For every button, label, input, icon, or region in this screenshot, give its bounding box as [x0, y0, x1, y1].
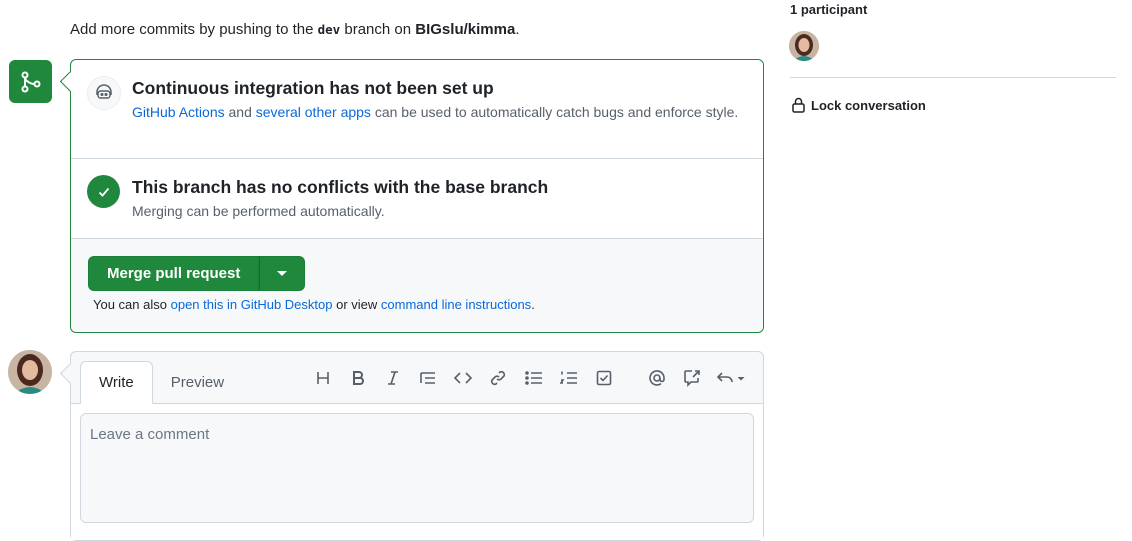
- merge-button-group: Merge pull request: [88, 256, 306, 291]
- tab-preview[interactable]: Preview: [153, 361, 242, 404]
- merge-alternatives: You can also open this in GitHub Desktop…: [93, 297, 535, 312]
- push-hint: Add more commits by pushing to the dev b…: [70, 21, 520, 38]
- ci-section: Continuous integration has not been set …: [71, 60, 763, 159]
- ci-title: Continuous integration has not been set …: [132, 78, 494, 98]
- link-icon[interactable]: [486, 366, 510, 390]
- participants-count: 1 participant: [790, 2, 868, 17]
- sidebar-divider: [790, 77, 1116, 78]
- reference-icon[interactable]: [680, 366, 704, 390]
- comment-textarea[interactable]: Leave a comment: [80, 413, 754, 523]
- code-icon[interactable]: [451, 366, 475, 390]
- quote-icon[interactable]: [416, 366, 440, 390]
- tab-write[interactable]: Write: [80, 361, 153, 404]
- merge-section: Merge pull request You can also open thi…: [71, 239, 763, 332]
- check-circle-icon: [87, 175, 120, 208]
- branch-name: dev: [317, 22, 341, 37]
- other-apps-link[interactable]: several other apps: [256, 104, 371, 120]
- merge-method-dropdown[interactable]: [259, 256, 306, 291]
- lock-icon: [792, 97, 805, 113]
- merge-pull-request-button[interactable]: Merge pull request: [88, 256, 260, 291]
- user-avatar[interactable]: [8, 350, 52, 394]
- task-list-icon[interactable]: [592, 366, 616, 390]
- unordered-list-icon[interactable]: [522, 366, 546, 390]
- conflicts-title: This branch has no conflicts with the ba…: [132, 177, 549, 197]
- comment-tabs: Write Preview: [80, 361, 242, 404]
- heading-icon[interactable]: [311, 366, 335, 390]
- lock-conversation-button[interactable]: Lock conversation: [791, 97, 926, 113]
- command-line-instructions-link[interactable]: command line instructions: [381, 297, 531, 312]
- robot-icon: [87, 76, 121, 110]
- github-actions-link[interactable]: GitHub Actions: [132, 104, 225, 120]
- comment-form: Write Preview Leave a comment: [70, 351, 764, 541]
- conflicts-description: Merging can be performed automatically.: [132, 203, 385, 219]
- git-merge-icon: [9, 60, 52, 103]
- italic-icon[interactable]: [381, 366, 405, 390]
- repo-name: BIGslu/kimma: [415, 21, 516, 38]
- bold-icon[interactable]: [346, 366, 370, 390]
- chevron-down-icon: [277, 271, 288, 276]
- participant-avatar[interactable]: [789, 31, 819, 61]
- reply-icon[interactable]: [715, 366, 747, 390]
- conflicts-section: This branch has no conflicts with the ba…: [71, 159, 763, 239]
- open-in-desktop-link[interactable]: open this in GitHub Desktop: [171, 297, 333, 312]
- comment-body: Leave a comment: [71, 403, 763, 540]
- ci-description: GitHub Actions and several other apps ca…: [132, 104, 739, 120]
- mention-icon[interactable]: [645, 366, 669, 390]
- merge-box: Continuous integration has not been set …: [70, 59, 764, 333]
- ordered-list-icon[interactable]: [557, 366, 581, 390]
